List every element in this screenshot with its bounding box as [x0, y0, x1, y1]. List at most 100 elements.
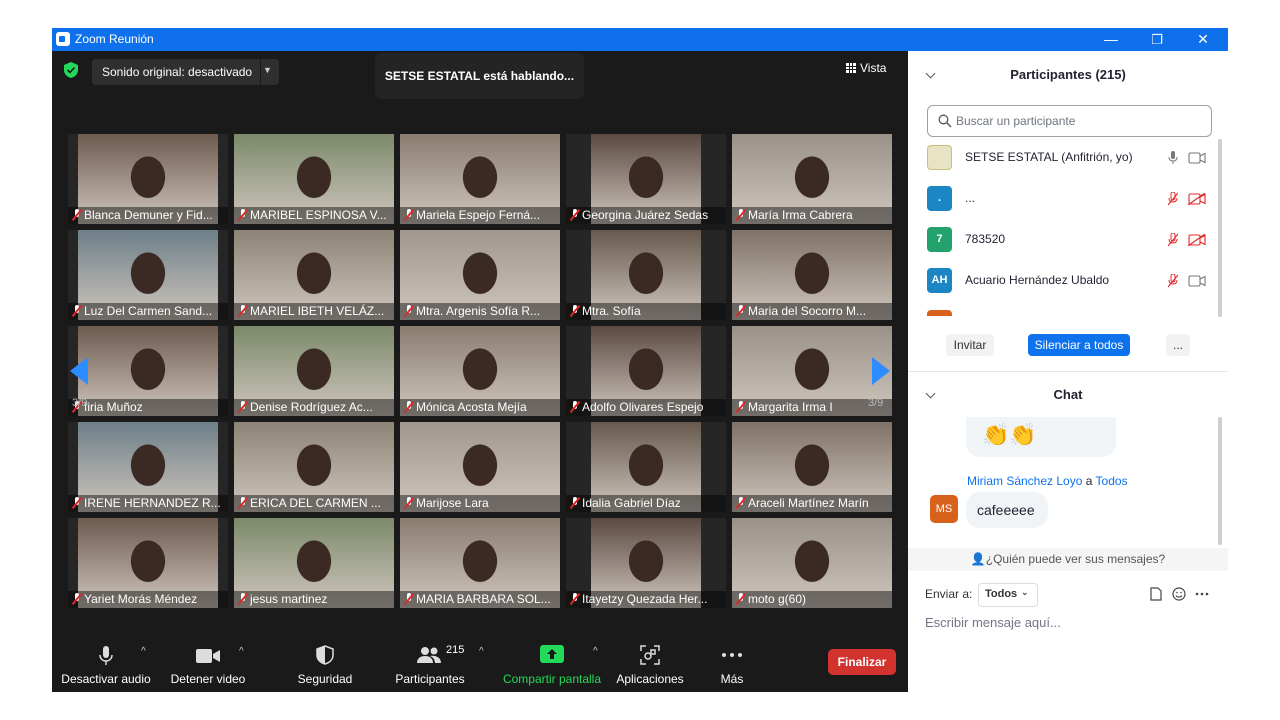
- stop-video-button[interactable]: Detener video: [158, 634, 258, 692]
- original-sound-dropdown[interactable]: Sonido original: desactivado ▼: [92, 59, 279, 85]
- muted-microphone-icon: [238, 497, 248, 509]
- muted-microphone-icon: [238, 401, 248, 413]
- video-camera-icon[interactable]: [1188, 275, 1206, 287]
- encryption-shield-icon[interactable]: [64, 62, 78, 78]
- grid-view-icon: [846, 63, 856, 73]
- chevron-down-icon[interactable]: ▼: [263, 65, 272, 75]
- close-button[interactable]: ✕: [1180, 28, 1226, 51]
- emoji-icon[interactable]: [1172, 587, 1186, 601]
- participant-avatar: [927, 145, 952, 170]
- participants-button[interactable]: 215 Participantes: [380, 634, 480, 692]
- participant-tile[interactable]: jesus martinez: [234, 518, 394, 608]
- audio-options-chevron-icon[interactable]: ^: [141, 646, 146, 657]
- who-can-see-banner[interactable]: 👤¿Quién puede ver sus mensajes?: [908, 548, 1228, 571]
- previous-page-arrow-icon[interactable]: [70, 357, 88, 385]
- chat-sender-name[interactable]: Miriam Sánchez Loyo: [967, 474, 1082, 488]
- share-screen-button[interactable]: Compartir pantalla: [500, 634, 604, 692]
- muted-microphone-icon: [238, 593, 248, 605]
- view-button[interactable]: Vista: [846, 61, 886, 75]
- participant-tile[interactable]: Adolfo Olivares Espejo: [566, 326, 726, 416]
- end-meeting-button[interactable]: Finalizar: [828, 649, 896, 675]
- participant-tile[interactable]: Itayetzy Quezada Her...: [566, 518, 726, 608]
- participant-name-label: ERICA DEL CARMEN ...: [234, 495, 394, 512]
- participant-tile[interactable]: Yariet Morás Méndez: [68, 518, 228, 608]
- participant-tile[interactable]: Maria del Socorro M...: [732, 230, 892, 320]
- muted-microphone-icon[interactable]: [1168, 192, 1178, 206]
- participant-name: MARIEL IBETH VELÁZ...: [250, 304, 385, 318]
- participant-name-label: Georgina Juárez Sedas: [566, 207, 726, 224]
- participant-name-label: jesus martinez: [234, 591, 394, 608]
- participant-row[interactable]: ....: [908, 179, 1228, 219]
- video-off-icon[interactable]: [1188, 193, 1206, 205]
- video-options-chevron-icon[interactable]: ^: [239, 646, 244, 657]
- zoom-app-icon: [56, 32, 70, 46]
- participant-tile[interactable]: Marijose Lara: [400, 422, 560, 512]
- participant-tile[interactable]: Idalia Gabriel Díaz: [566, 422, 726, 512]
- participant-tile[interactable]: MARIBEL ESPINOSA V...: [234, 134, 394, 224]
- participant-tile[interactable]: Mtra. Argenis Sofía R...: [400, 230, 560, 320]
- invite-button[interactable]: Invitar: [946, 334, 994, 356]
- muted-microphone-icon[interactable]: [1168, 274, 1178, 288]
- security-button[interactable]: Seguridad: [275, 634, 375, 692]
- participant-row[interactable]: 7 783520: [908, 220, 1228, 260]
- participant-name-label: Adolfo Olivares Espejo: [566, 399, 726, 416]
- participant-name-label: Yariet Morás Méndez: [68, 591, 228, 608]
- participant-tile[interactable]: Araceli Martínez Marín: [732, 422, 892, 512]
- zoom-window: Zoom Reunión — ❐ ✕ Sonido original: desa…: [52, 28, 1228, 692]
- participant-tile[interactable]: MARIA BARBARA SOL...: [400, 518, 560, 608]
- recipient-dropdown[interactable]: Todos ⌄: [978, 583, 1038, 607]
- mute-audio-button[interactable]: Desactivar audio: [56, 634, 156, 692]
- more-button[interactable]: Más: [682, 634, 782, 692]
- maximize-button[interactable]: ❐: [1134, 28, 1180, 51]
- participant-tile[interactable]: Blanca Demuner y Fid...: [68, 134, 228, 224]
- participant-tile[interactable]: firia Muñoz: [68, 326, 228, 416]
- participant-name-label: Marijose Lara: [400, 495, 560, 512]
- participant-tile[interactable]: Georgina Juárez Sedas: [566, 134, 726, 224]
- muted-microphone-icon: [736, 209, 746, 221]
- participant-name-label: MARIEL IBETH VELÁZ...: [234, 303, 394, 320]
- participant-tile[interactable]: IRENE HERNANDEZ R...: [68, 422, 228, 512]
- mute-all-button[interactable]: Silenciar a todos: [1028, 334, 1130, 356]
- participant-tile[interactable]: ERICA DEL CARMEN ...: [234, 422, 394, 512]
- participant-row[interactable]: AH Acuario Hernández Ubaldo: [908, 261, 1228, 301]
- search-icon: [938, 114, 952, 128]
- participant-list-name: 783520: [965, 232, 1006, 246]
- participants-options-chevron-icon[interactable]: ^: [479, 646, 484, 657]
- participant-name-label: Mariela Espejo Ferná...: [400, 207, 560, 224]
- more-dots-icon: [722, 653, 742, 657]
- chat-panel-title: Chat: [1053, 387, 1083, 402]
- share-options-chevron-icon[interactable]: ^: [593, 646, 598, 657]
- microphone-icon[interactable]: [1168, 151, 1178, 165]
- chat-scrollbar[interactable]: [1218, 417, 1222, 545]
- participant-name: Marijose Lara: [416, 496, 489, 510]
- participant-tile[interactable]: Denise Rodríguez Ac...: [234, 326, 394, 416]
- video-off-icon[interactable]: [1188, 234, 1206, 246]
- muted-microphone-icon[interactable]: [1168, 233, 1178, 247]
- participant-name: Maria del Socorro M...: [748, 304, 867, 318]
- participant-search-input[interactable]: Buscar un participante: [927, 105, 1212, 137]
- participant-tile[interactable]: moto g(60): [732, 518, 892, 608]
- participant-name: MARIA BARBARA SOL...: [416, 592, 551, 606]
- next-page-arrow-icon[interactable]: [872, 357, 890, 385]
- muted-microphone-icon: [404, 401, 414, 413]
- chat-recipient-name[interactable]: Todos: [1096, 474, 1128, 488]
- participants-scrollbar[interactable]: [1218, 139, 1222, 317]
- chat-message-input[interactable]: Escribir mensaje aquí...: [925, 615, 1061, 630]
- participants-more-button[interactable]: ...: [1166, 334, 1190, 356]
- participant-name-label: MARIBEL ESPINOSA V...: [234, 207, 394, 224]
- participant-name: Luz Del Carmen Sand...: [84, 304, 213, 318]
- file-icon[interactable]: [1150, 587, 1162, 601]
- participant-tile[interactable]: MARIEL IBETH VELÁZ...: [234, 230, 394, 320]
- participant-tile[interactable]: Mtra. Sofía: [566, 230, 726, 320]
- minimize-button[interactable]: —: [1088, 28, 1134, 51]
- participant-tile[interactable]: Mariela Espejo Ferná...: [400, 134, 560, 224]
- chat-more-icon[interactable]: [1195, 592, 1209, 596]
- muted-microphone-icon: [736, 305, 746, 317]
- participant-row[interactable]: SETSE ESTATAL (Anfitrión, yo): [908, 138, 1228, 178]
- participant-tile[interactable]: Mónica Acosta Mejía: [400, 326, 560, 416]
- participant-tile[interactable]: María Irma Cabrera: [732, 134, 892, 224]
- video-camera-icon[interactable]: [1188, 152, 1206, 164]
- participant-name-label: moto g(60): [732, 591, 892, 608]
- muted-microphone-icon: [404, 209, 414, 221]
- participant-tile[interactable]: Luz Del Carmen Sand...: [68, 230, 228, 320]
